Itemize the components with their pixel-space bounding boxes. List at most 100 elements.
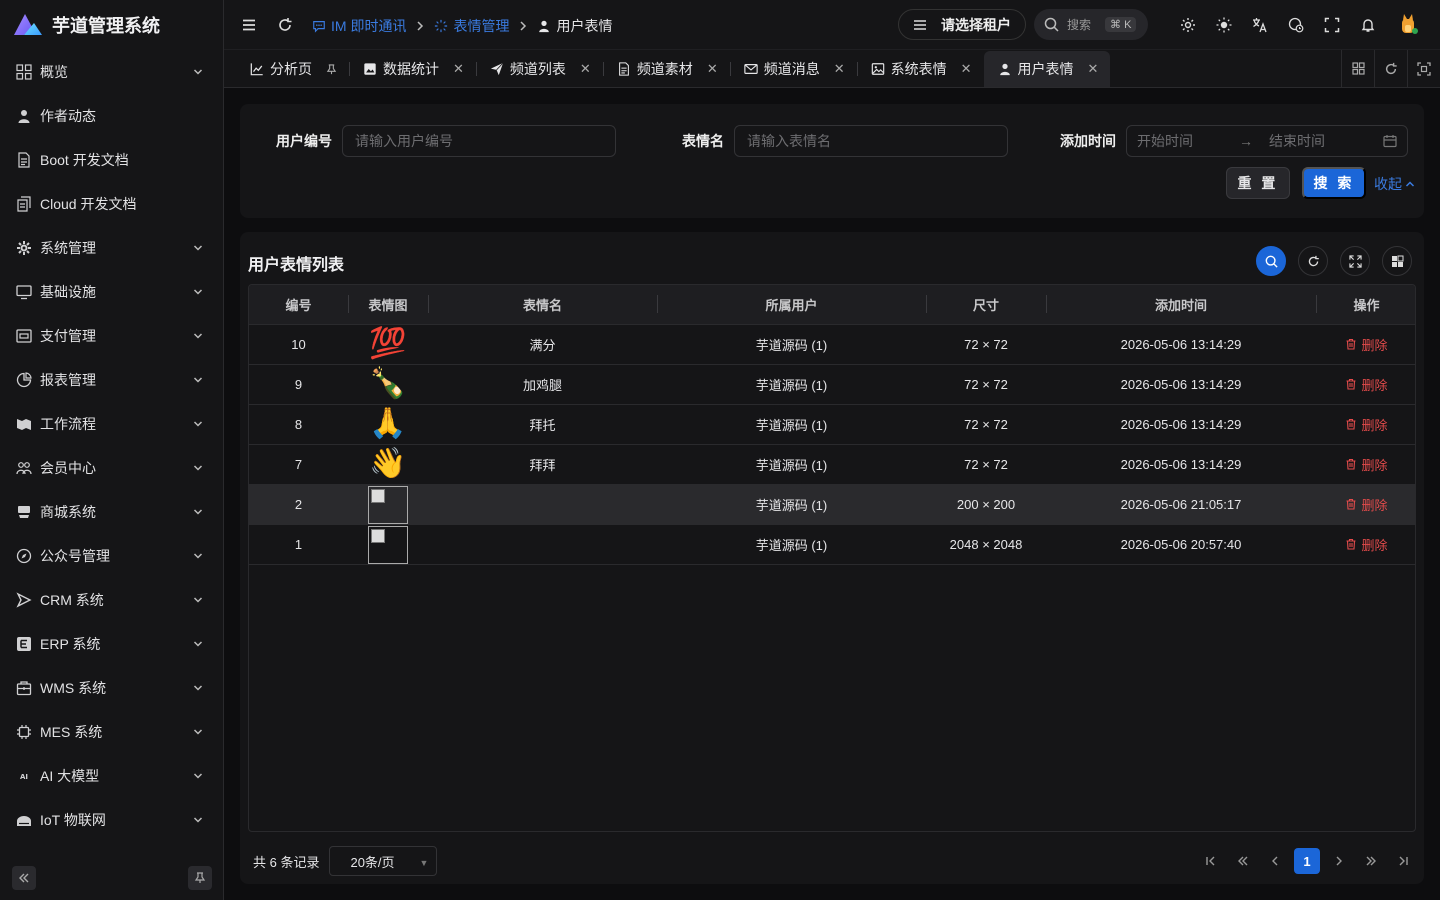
tab[interactable]: 频道素材 ✕ bbox=[602, 51, 730, 87]
table-refresh-button[interactable] bbox=[1298, 246, 1328, 276]
sidebar-item-label: 基础设施 bbox=[40, 284, 96, 300]
close-icon[interactable]: ✕ bbox=[834, 61, 845, 77]
list-icon bbox=[914, 19, 926, 30]
sidebar-item[interactable]: 商城系统 bbox=[0, 490, 223, 534]
emoji-image[interactable]: 🙏 bbox=[369, 406, 406, 441]
table-row[interactable]: 7 👋 拜拜 芋道源码 (1) 72 × 72 2026-05-06 13:14:29 删除 bbox=[249, 444, 1415, 485]
sidebar-item[interactable]: 概览 bbox=[0, 50, 223, 94]
tab[interactable]: 系统表情 ✕ bbox=[856, 51, 984, 87]
global-search[interactable]: 搜索 ⌘ K bbox=[1034, 9, 1148, 40]
sidebar-item[interactable]: 报表管理 bbox=[0, 358, 223, 402]
reset-button[interactable]: 重 置 bbox=[1226, 167, 1290, 199]
refresh-icon[interactable] bbox=[277, 17, 293, 33]
timezone-icon[interactable] bbox=[1288, 17, 1304, 33]
delete-button[interactable]: 删除 bbox=[1345, 335, 1388, 354]
sidebar-item[interactable]: 公众号管理 bbox=[0, 534, 223, 578]
tenant-selector[interactable]: 请选择租户 bbox=[898, 9, 1026, 40]
table-fullscreen-button[interactable] bbox=[1340, 246, 1370, 276]
chevron-down-icon bbox=[193, 331, 203, 341]
close-icon[interactable]: ✕ bbox=[580, 61, 591, 77]
table-row[interactable]: 8 🙏 拜托 芋道源码 (1) 72 × 72 2026-05-06 13:14:29 删除 bbox=[249, 404, 1415, 445]
close-icon[interactable]: ✕ bbox=[707, 61, 718, 77]
page-size-select[interactable]: 20条/页 ▼ bbox=[329, 846, 438, 876]
sidebar-item[interactable]: 工作流程 bbox=[0, 402, 223, 446]
cell-name: 拜托 bbox=[428, 404, 657, 445]
next-five-button[interactable] bbox=[1358, 848, 1384, 874]
sidebar-item[interactable]: Boot 开发文档 bbox=[0, 138, 223, 182]
breadcrumb-item[interactable]: 表情管理 bbox=[434, 16, 509, 36]
emoji-image[interactable]: 💯 bbox=[369, 326, 406, 361]
table-row[interactable]: 10 💯 满分 芋道源码 (1) 72 × 72 2026-05-06 13:14:29 删… bbox=[249, 324, 1415, 365]
sidebar-item[interactable]: MES 系统 bbox=[0, 710, 223, 754]
tab[interactable]: 数据统计 ✕ bbox=[349, 51, 476, 87]
table-row[interactable]: 9 🍾 加鸡腿 芋道源码 (1) 72 × 72 2026-05-06 13:14:29 删… bbox=[249, 364, 1415, 405]
pin-icon[interactable] bbox=[326, 63, 337, 75]
table-row[interactable]: 1 芋道源码 (1) 2048 × 2048 2026-05-06 20:57:40 删… bbox=[249, 524, 1415, 565]
sidebar-item[interactable]: CRM 系统 bbox=[0, 578, 223, 622]
tab[interactable]: 频道列表 ✕ bbox=[475, 51, 603, 87]
prev-five-button[interactable] bbox=[1230, 848, 1256, 874]
page-number-current[interactable]: 1 bbox=[1294, 848, 1320, 874]
close-icon[interactable]: ✕ bbox=[1088, 61, 1099, 77]
delete-button[interactable]: 删除 bbox=[1345, 415, 1388, 434]
sidebar-item[interactable]: 作者动态 bbox=[0, 94, 223, 138]
tab[interactable]: 分析页 bbox=[236, 51, 349, 87]
breadcrumb: IM 即时通讯 表情管理 用户表情 bbox=[312, 16, 612, 36]
sidebar-item[interactable]: IoT 物联网 bbox=[0, 798, 223, 842]
toggle-search-button[interactable] bbox=[1256, 246, 1286, 276]
emoji-image[interactable]: 🍾 bbox=[369, 366, 406, 401]
first-page-button[interactable] bbox=[1198, 848, 1224, 874]
delete-button[interactable]: 删除 bbox=[1345, 375, 1388, 394]
emoji-image[interactable]: 👋 bbox=[369, 446, 406, 481]
sidebar-item[interactable]: 支付管理 bbox=[0, 314, 223, 358]
emoji-image-broken[interactable] bbox=[368, 485, 408, 524]
send-icon bbox=[490, 62, 504, 76]
tab-maximize-button[interactable] bbox=[1407, 50, 1440, 87]
refresh-icon bbox=[1308, 255, 1319, 266]
logo[interactable]: 芋道管理系统 bbox=[0, 0, 223, 50]
notification-bell-icon[interactable] bbox=[1360, 17, 1376, 33]
sidebar-item[interactable]: AI AI 大模型 bbox=[0, 754, 223, 798]
sidebar-item[interactable]: WMS 系统 bbox=[0, 666, 223, 710]
fullscreen-icon[interactable] bbox=[1324, 17, 1340, 33]
sidebar-item-label: 会员中心 bbox=[40, 460, 96, 476]
search-button[interactable]: 搜 索 bbox=[1302, 167, 1366, 199]
time-range-picker[interactable]: 开始时间 → 结束时间 bbox=[1126, 125, 1408, 157]
next-page-button[interactable] bbox=[1326, 848, 1352, 874]
language-icon[interactable] bbox=[1252, 17, 1268, 33]
last-page-button[interactable] bbox=[1390, 848, 1416, 874]
menu-toggle-icon[interactable] bbox=[241, 17, 257, 33]
close-icon[interactable]: ✕ bbox=[453, 61, 464, 77]
tab-refresh-button[interactable] bbox=[1374, 50, 1407, 87]
collapse-filter-link[interactable]: 收起 bbox=[1374, 174, 1415, 194]
document-icon bbox=[618, 62, 629, 76]
settings-gear-icon[interactable] bbox=[1180, 17, 1196, 33]
column-settings-button[interactable] bbox=[1382, 246, 1412, 276]
sidebar-item[interactable]: ERP 系统 bbox=[0, 622, 223, 666]
avatar[interactable] bbox=[1396, 13, 1420, 37]
user-icon bbox=[18, 110, 30, 123]
prev-page-button[interactable] bbox=[1262, 848, 1288, 874]
pin-sidebar-button[interactable] bbox=[188, 866, 212, 890]
user-id-input[interactable] bbox=[342, 125, 616, 157]
column-header: 表情名 bbox=[428, 285, 657, 325]
emoji-name-input[interactable] bbox=[734, 125, 1008, 157]
cell-size: 72 × 72 bbox=[926, 364, 1046, 405]
breadcrumb-label: 用户表情 bbox=[556, 18, 613, 34]
tab[interactable]: 频道消息 ✕ bbox=[729, 51, 857, 87]
theme-sun-icon[interactable] bbox=[1216, 17, 1232, 33]
breadcrumb-item[interactable]: IM 即时通讯 bbox=[312, 16, 406, 36]
close-icon[interactable]: ✕ bbox=[961, 61, 972, 77]
collapse-sidebar-button[interactable] bbox=[12, 866, 36, 890]
sidebar-item[interactable]: Cloud 开发文档 bbox=[0, 182, 223, 226]
emoji-image-broken[interactable] bbox=[368, 525, 408, 564]
table-row[interactable]: 2 芋道源码 (1) 200 × 200 2026-05-06 21:05:17 删除 bbox=[249, 484, 1415, 525]
tab[interactable]: 用户表情 ✕ bbox=[983, 51, 1111, 87]
delete-button[interactable]: 删除 bbox=[1345, 495, 1388, 514]
tab-layout-button[interactable] bbox=[1341, 50, 1374, 87]
sidebar-item[interactable]: 基础设施 bbox=[0, 270, 223, 314]
delete-button[interactable]: 删除 bbox=[1345, 455, 1388, 474]
sidebar-item[interactable]: 会员中心 bbox=[0, 446, 223, 490]
delete-button[interactable]: 删除 bbox=[1345, 535, 1388, 554]
sidebar-item[interactable]: 系统管理 bbox=[0, 226, 223, 270]
